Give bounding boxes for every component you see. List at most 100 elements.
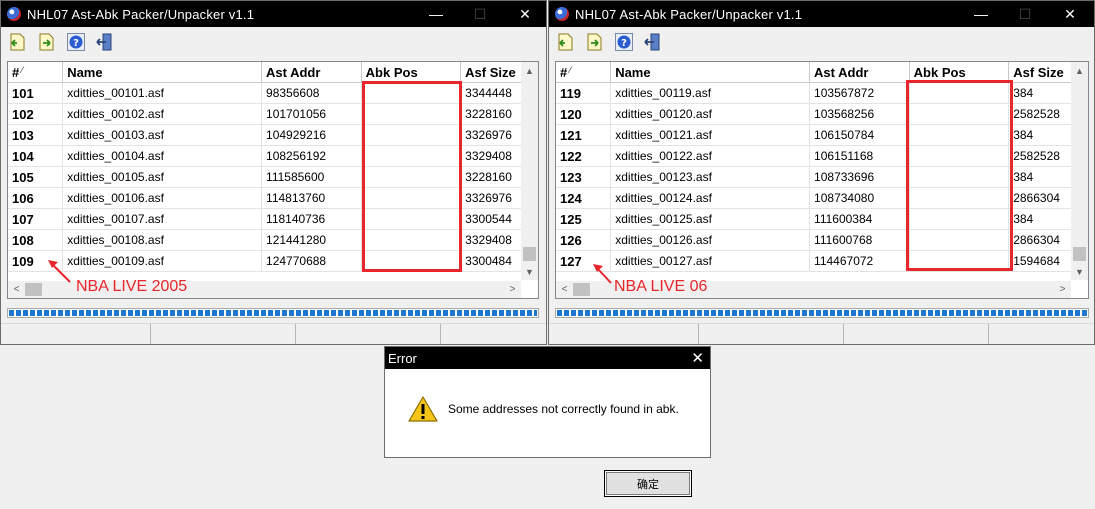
- row-index: 121: [556, 124, 612, 146]
- scroll-thumb[interactable]: [523, 247, 536, 261]
- scroll-up-icon[interactable]: ▲: [521, 62, 538, 79]
- row-name: xditties_00119.asf: [610, 82, 811, 104]
- row-abk-pos: [361, 208, 462, 230]
- table-row[interactable]: 121 xditties_00121.asf 106150784 384: [556, 124, 1088, 146]
- table-row[interactable]: 105 xditties_00105.asf 111585600 3228160: [8, 166, 538, 188]
- file-table: # ⁄ Name Ast Addr Abk Pos Asf Size 119 xdi…: [556, 62, 1088, 272]
- table-row[interactable]: 107 xditties_00107.asf 118140736 3300544: [8, 208, 538, 230]
- table-row[interactable]: 103 xditties_00103.asf 104929216 3326976: [8, 124, 538, 146]
- status-panel: [441, 323, 546, 344]
- minimize-button[interactable]: —: [413, 1, 459, 27]
- close-button[interactable]: ✕: [502, 1, 546, 27]
- row-abk-pos: [909, 250, 1010, 272]
- vertical-scrollbar[interactable]: ▲ ▼: [521, 62, 538, 280]
- row-ast-addr: 106151168: [809, 145, 910, 167]
- minimize-button[interactable]: —: [958, 1, 1004, 27]
- table-row[interactable]: 126 xditties_00126.asf 111600768 2866304: [556, 229, 1088, 251]
- table-row[interactable]: 123 xditties_00123.asf 108733696 384: [556, 166, 1088, 188]
- row-abk-pos: [909, 82, 1010, 104]
- table-row[interactable]: 119 xditties_00119.asf 103567872 384: [556, 82, 1088, 104]
- vertical-scrollbar[interactable]: ▲ ▼: [1071, 62, 1088, 280]
- table-row[interactable]: 124 xditties_00124.asf 108734080 2866304: [556, 187, 1088, 209]
- table-row[interactable]: 120 xditties_00120.asf 103568256 2582528: [556, 103, 1088, 125]
- scroll-thumb-horizontal[interactable]: [25, 283, 42, 296]
- help-button[interactable]: ?: [63, 29, 89, 55]
- row-ast-addr: 114813760: [261, 187, 362, 209]
- scroll-left-icon[interactable]: <: [8, 284, 25, 295]
- row-abk-pos: [361, 250, 462, 272]
- table-row[interactable]: 106 xditties_00106.asf 114813760 3326976: [8, 187, 538, 209]
- status-panel: [296, 323, 441, 344]
- dialog-titlebar[interactable]: Error ✕: [385, 347, 710, 369]
- progress-bar: [7, 308, 539, 318]
- scroll-right-icon[interactable]: >: [504, 284, 521, 295]
- table-row[interactable]: 127 xditties_00127.asf 114467072 1594684: [556, 250, 1088, 272]
- progress-fill: [557, 310, 1087, 316]
- status-bar: [1, 323, 546, 344]
- progress-bar: [555, 308, 1089, 318]
- help-button[interactable]: ?: [611, 29, 637, 55]
- row-abk-pos: [909, 103, 1010, 125]
- column-header-index[interactable]: # ⁄: [8, 62, 64, 83]
- table-row[interactable]: 108 xditties_00108.asf 121441280 3329408: [8, 229, 538, 251]
- scroll-up-icon[interactable]: ▲: [1071, 62, 1088, 79]
- row-name: xditties_00105.asf: [62, 166, 263, 188]
- save-ast-button[interactable]: [34, 29, 60, 55]
- table-row[interactable]: 125 xditties_00125.asf 111600384 384: [556, 208, 1088, 230]
- ok-button[interactable]: 确定: [604, 470, 692, 497]
- column-header-abk-pos[interactable]: Abk Pos: [361, 62, 462, 83]
- row-index: 124: [556, 187, 612, 209]
- row-index: 125: [556, 208, 612, 230]
- scroll-down-icon[interactable]: ▼: [1071, 263, 1088, 280]
- row-abk-pos: [361, 82, 462, 104]
- open-ast-button[interactable]: [553, 29, 579, 55]
- table-row[interactable]: 122 xditties_00122.asf 106151168 2582528: [556, 145, 1088, 167]
- column-header-name[interactable]: Name: [62, 62, 263, 83]
- warning-icon: [408, 396, 438, 422]
- row-name: xditties_00107.asf: [62, 208, 263, 230]
- exit-button[interactable]: [92, 29, 118, 55]
- close-button[interactable]: ✕: [1047, 1, 1093, 27]
- titlebar[interactable]: NHL07 Ast-Abk Packer/Unpacker v1.1 — ☐ ✕: [549, 1, 1094, 27]
- column-header-index[interactable]: # ⁄: [556, 62, 612, 83]
- dialog-close-button[interactable]: ✕: [691, 347, 704, 369]
- maximize-button[interactable]: ☐: [457, 1, 503, 27]
- annotation-arrow-left: [48, 260, 71, 283]
- scroll-thumb-horizontal[interactable]: [573, 283, 590, 296]
- header-row: # ⁄ Name Ast Addr Abk Pos Asf Size: [556, 62, 1088, 83]
- row-index: 101: [8, 82, 64, 104]
- row-index: 105: [8, 166, 64, 188]
- table-row[interactable]: 104 xditties_00104.asf 108256192 3329408: [8, 145, 538, 167]
- titlebar[interactable]: NHL07 Ast-Abk Packer/Unpacker v1.1 — ☐ ✕: [1, 1, 546, 27]
- sort-icon: ⁄: [21, 64, 23, 75]
- scroll-down-icon[interactable]: ▼: [521, 263, 538, 280]
- error-dialog: Error ✕ Some addresses not correctly fou…: [384, 346, 711, 458]
- scroll-thumb[interactable]: [1073, 247, 1086, 261]
- scroll-left-icon[interactable]: <: [556, 284, 573, 295]
- window-title: NHL07 Ast-Abk Packer/Unpacker v1.1: [27, 6, 255, 22]
- row-abk-pos: [361, 229, 462, 251]
- exit-button[interactable]: [640, 29, 666, 55]
- file-list[interactable]: # ⁄ Name Ast Addr Abk Pos Asf Size 119 xdi…: [555, 61, 1089, 299]
- row-abk-pos: [361, 103, 462, 125]
- row-ast-addr: 108733696: [809, 166, 910, 188]
- row-name: xditties_00122.asf: [610, 145, 811, 167]
- table-row[interactable]: 102 xditties_00102.asf 101701056 3228160: [8, 103, 538, 125]
- maximize-button[interactable]: ☐: [1002, 1, 1048, 27]
- table-row[interactable]: 101 xditties_00101.asf 98356608 3344448: [8, 82, 538, 104]
- row-abk-pos: [909, 208, 1010, 230]
- column-header-name[interactable]: Name: [610, 62, 811, 83]
- scroll-right-icon[interactable]: >: [1054, 284, 1071, 295]
- row-name: xditties_00121.asf: [610, 124, 811, 146]
- table-row[interactable]: 109 xditties_00109.asf 124770688 3300484: [8, 250, 538, 272]
- row-index: 122: [556, 145, 612, 167]
- open-ast-button[interactable]: [5, 29, 31, 55]
- row-abk-pos: [909, 145, 1010, 167]
- column-header-ast-addr[interactable]: Ast Addr: [261, 62, 362, 83]
- column-header-abk-pos[interactable]: Abk Pos: [909, 62, 1010, 83]
- row-ast-addr: 103567872: [809, 82, 910, 104]
- save-ast-button[interactable]: [582, 29, 608, 55]
- file-list[interactable]: # ⁄ Name Ast Addr Abk Pos Asf Size 101 xdi…: [7, 61, 539, 299]
- row-name: xditties_00120.asf: [610, 103, 811, 125]
- column-header-ast-addr[interactable]: Ast Addr: [809, 62, 910, 83]
